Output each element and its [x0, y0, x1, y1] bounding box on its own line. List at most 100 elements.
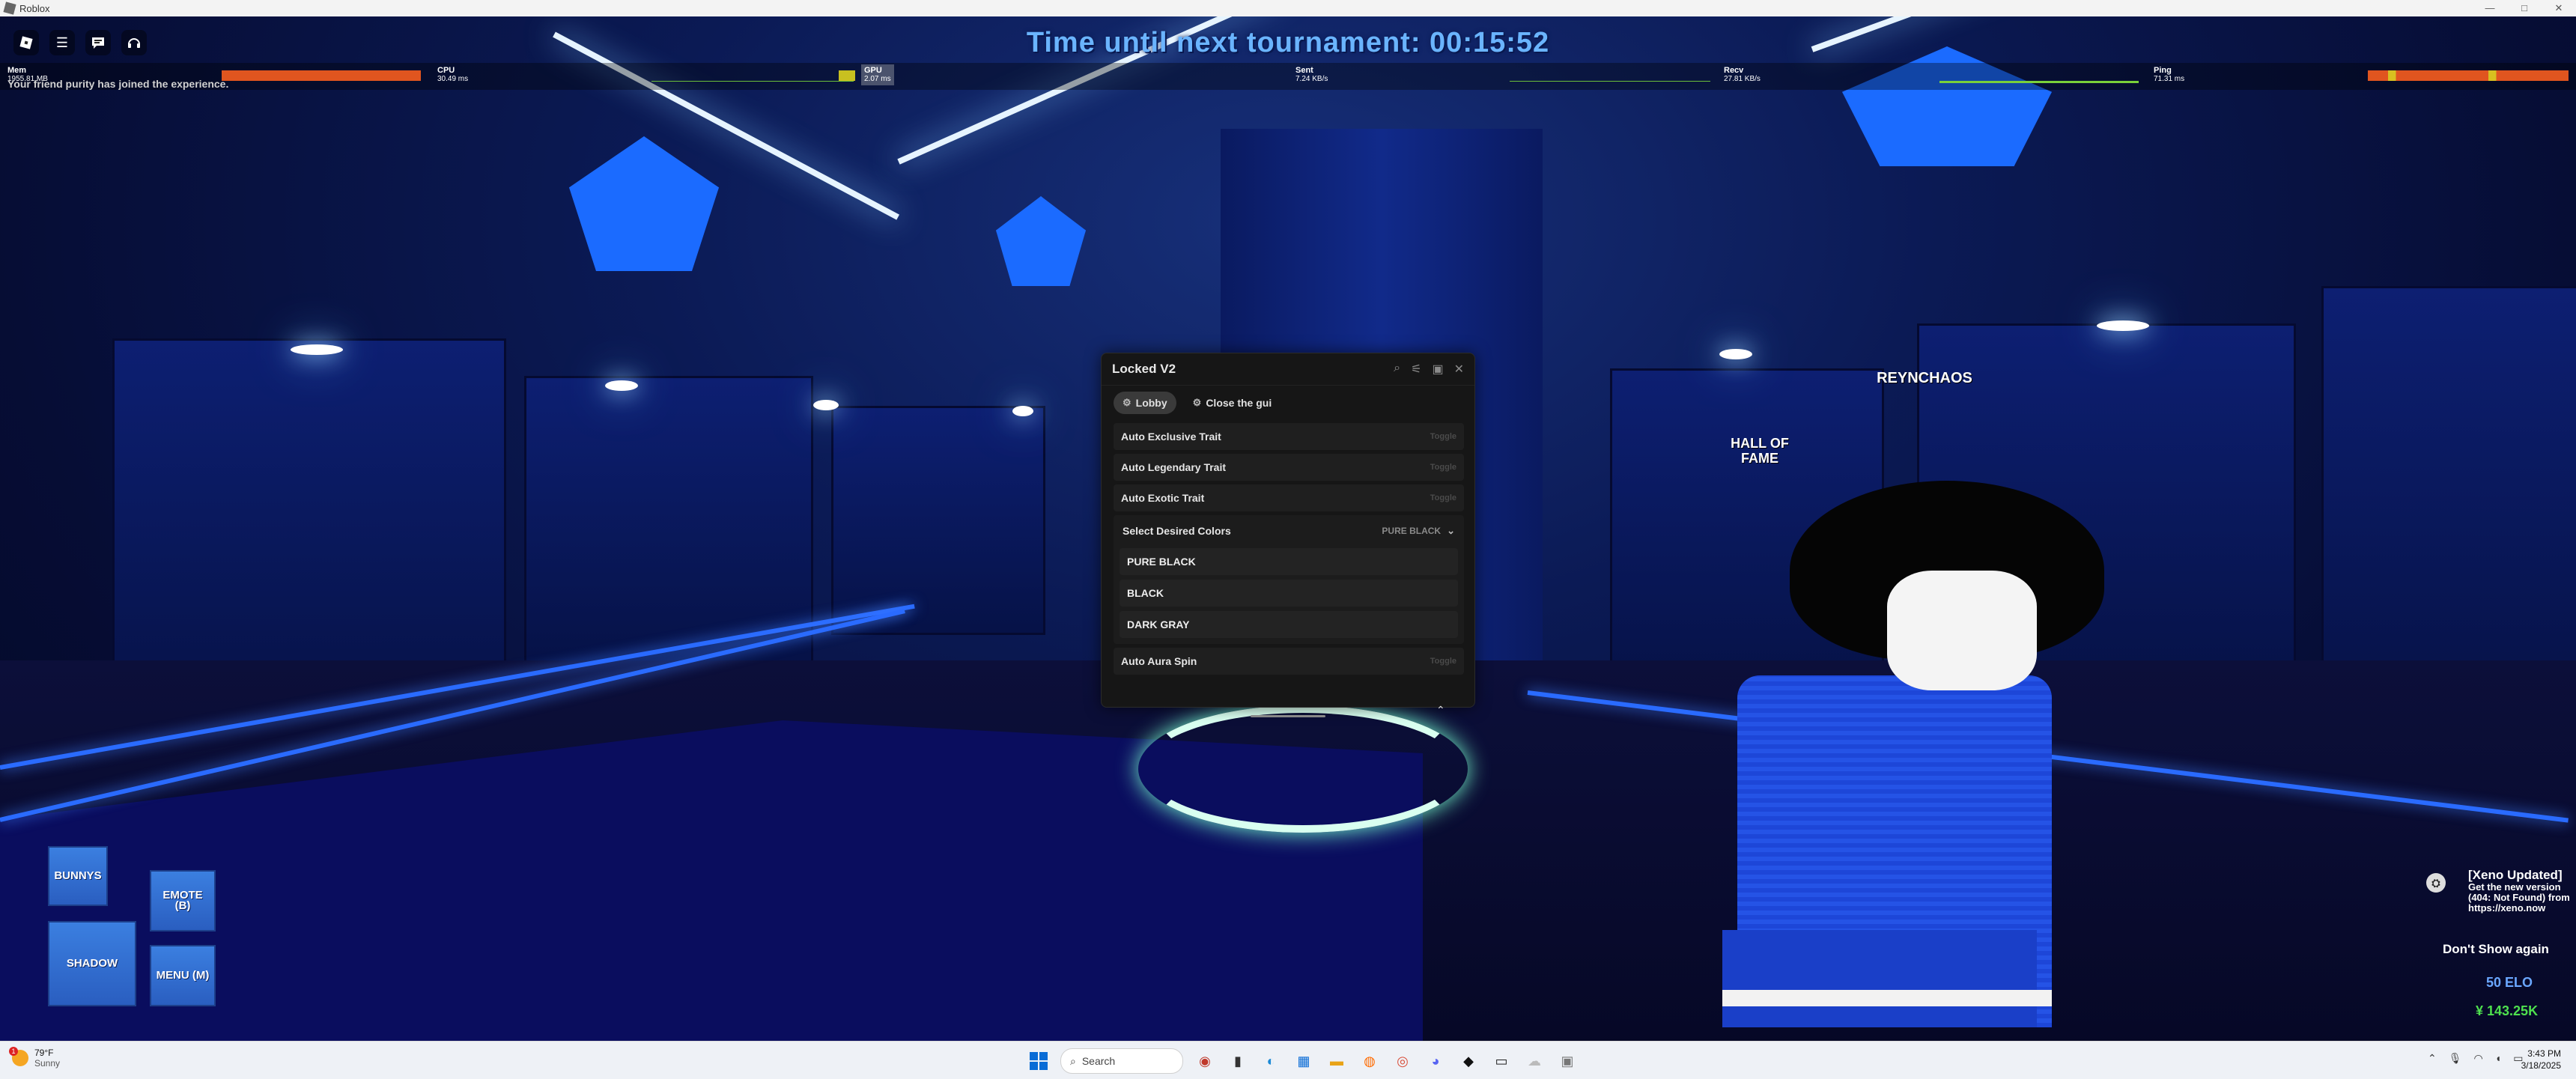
stat-cpu: CPU 30.49 ms	[437, 66, 469, 83]
toggle-auto-aura-spin[interactable]: Auto Aura Spin Toggle	[1114, 648, 1464, 675]
toggle-auto-exclusive-trait[interactable]: Auto Exclusive Trait Toggle	[1114, 423, 1464, 450]
chevron-down-icon: ⌄	[1447, 525, 1455, 536]
menu-button[interactable]: MENU (M)	[150, 945, 216, 1006]
window-titlebar: Roblox — □ ✕	[0, 0, 2576, 16]
volume-icon[interactable]: ◖	[2495, 1052, 2501, 1065]
cloud-icon[interactable]: ☁	[1523, 1050, 1546, 1072]
start-button[interactable]	[1027, 1050, 1050, 1072]
minimize-button[interactable]: —	[2473, 0, 2507, 16]
sun-icon: 1	[9, 1047, 28, 1066]
ceiling-lamp	[813, 400, 839, 410]
spawn-ring	[1138, 705, 1468, 833]
tab-close-the-gui[interactable]: ⚙ Close the gui	[1184, 392, 1281, 414]
taskbar-apps: ⌕ Search ◉ ▮ ◐ ▦ ▬ ◍ ◎ ◕ ◆ ▭ ☁ ▣	[1027, 1048, 1579, 1074]
window-controls: — □ ✕	[2473, 0, 2576, 16]
wall-panel	[524, 376, 813, 665]
search-icon[interactable]: ⌕	[1394, 362, 1400, 377]
ceiling-lamp	[291, 344, 343, 355]
player-character-stripe	[1722, 990, 2052, 1006]
roblox-app-icon	[3, 1, 16, 15]
windows-logo-icon	[1030, 1052, 1048, 1070]
chevron-up-icon[interactable]: ⌃	[2428, 1052, 2437, 1065]
tournament-timer: Time until next tournament: 00:15:52	[1026, 27, 1550, 58]
cpu-graph	[651, 70, 854, 82]
weather-temp: 79°F	[34, 1048, 54, 1058]
maximize-button[interactable]: □	[2507, 0, 2542, 16]
dropdown-header[interactable]: Select Desired Colors PURE BLACK ⌄	[1120, 518, 1458, 544]
gui-body: Auto Exclusive Trait Toggle Auto Legenda…	[1102, 414, 1474, 675]
player-character-arm	[1722, 930, 2037, 1027]
file-explorer-icon[interactable]: ▬	[1325, 1050, 1348, 1072]
ceiling-lamp	[2097, 320, 2149, 331]
locked-v2-window: Locked V2 ⌕ ⚟ ▣ ✕ ⚙ Lobby ⚙ Close the gu…	[1101, 353, 1475, 708]
select-desired-colors-dropdown: Select Desired Colors PURE BLACK ⌄ PURE …	[1114, 515, 1464, 644]
widgets-icon[interactable]: ◉	[1194, 1050, 1216, 1072]
microphone-icon[interactable]: 🎙	[2449, 1052, 2462, 1065]
stat-gpu: GPU 2.07 ms	[861, 64, 894, 85]
gui-tabs: ⚙ Lobby ⚙ Close the gui	[1102, 386, 1474, 414]
tab-lobby[interactable]: ⚙ Lobby	[1114, 392, 1176, 414]
toggle-auto-legendary-trait[interactable]: Auto Legendary Trait Toggle	[1114, 454, 1464, 481]
gui-title: Locked V2	[1112, 362, 1176, 376]
toggle-auto-exotic-trait[interactable]: Auto Exotic Trait Toggle	[1114, 484, 1464, 511]
money-display: ¥ 143.25K	[2476, 1003, 2539, 1018]
recv-graph	[1939, 70, 2139, 83]
dropdown-option[interactable]: BLACK	[1120, 580, 1458, 607]
settings-sliders-icon[interactable]: ⚟	[1411, 362, 1421, 377]
taskbar-clock[interactable]: 3:43 PM 3/18/2025	[2516, 1048, 2561, 1072]
taskbar-search[interactable]: ⌕ Search	[1060, 1048, 1183, 1074]
minimize-square-icon[interactable]: ▣	[1432, 362, 1443, 377]
dont-show-again-button[interactable]: Don't Show again	[2443, 942, 2549, 957]
terminal-icon[interactable]: ▭	[1490, 1050, 1513, 1072]
search-icon: ⌕	[1070, 1054, 1076, 1067]
notification-badge: 1	[9, 1047, 18, 1056]
firefox-icon[interactable]: ◍	[1358, 1050, 1381, 1072]
gear-icon: ⚙	[1192, 397, 1202, 408]
window-title: Roblox	[19, 2, 50, 14]
store-icon[interactable]: ▦	[1292, 1050, 1315, 1072]
emote-button[interactable]: EMOTE (B)	[150, 870, 216, 931]
notification-body: Get the new version (404: Not Found) fro…	[2468, 881, 2570, 914]
player-character-face	[1887, 571, 2037, 690]
performance-stats-bar: Mem 1955.81 MB CPU 30.49 ms GPU 2.07 ms …	[0, 63, 2576, 90]
stat-ping: Ping 71.31 ms	[2154, 66, 2185, 83]
gui-header-icons: ⌕ ⚟ ▣ ✕	[1394, 362, 1464, 377]
weather-widget[interactable]: 1 79°F Sunny	[9, 1047, 61, 1069]
close-window-button[interactable]: ✕	[2542, 0, 2576, 16]
elo-display: 50 ELO	[2486, 975, 2533, 990]
weather-desc: Sunny	[34, 1058, 61, 1069]
player-nametag: REYNCHAOS	[1877, 370, 1972, 386]
hall-of-fame-sign: HALL OF FAME	[1731, 436, 1789, 466]
dropdown-option[interactable]: PURE BLACK	[1120, 548, 1458, 575]
app-icon[interactable]: ◎	[1391, 1050, 1414, 1072]
stat-sent: Sent 7.24 KB/s	[1295, 66, 1328, 83]
system-tray: ⌃ 🎙 ◠ ◖ ▭	[2428, 1052, 2523, 1065]
ceiling-lamp	[1719, 349, 1752, 359]
ceiling-lamp	[605, 380, 638, 391]
discord-icon[interactable]: ◕	[1424, 1050, 1447, 1072]
ping-graph	[2368, 70, 2569, 81]
task-view-icon[interactable]: ▮	[1227, 1050, 1249, 1072]
bunnys-button[interactable]: BUNNYS	[48, 846, 108, 906]
pentagon-light-decor	[996, 196, 1086, 286]
gear-icon: ⚙	[1123, 397, 1131, 408]
misc-app-icon[interactable]: ▣	[1556, 1050, 1579, 1072]
wall-panel	[831, 406, 1045, 635]
stat-recv: Recv 27.81 KB/s	[1724, 66, 1761, 83]
ceiling-lamp	[1012, 406, 1033, 416]
roblox-taskbar-icon[interactable]: ◆	[1457, 1050, 1480, 1072]
xeno-notification: ⛭ [Xeno Updated] Get the new version (40…	[2426, 869, 2576, 914]
dropdown-option[interactable]: DARK GRAY	[1120, 611, 1458, 638]
close-icon[interactable]: ✕	[1454, 362, 1464, 377]
wifi-icon[interactable]: ◠	[2474, 1052, 2483, 1065]
system-chat-message: Your friend purity has joined the experi…	[7, 78, 229, 90]
dropdown-selected-value: PURE BLACK	[1382, 526, 1442, 536]
mem-graph	[222, 70, 421, 81]
sent-graph	[1510, 70, 1710, 82]
gui-resize-handle[interactable]	[1251, 715, 1325, 717]
pentagon-light-decor	[569, 136, 719, 271]
shadow-button[interactable]: SHADOW	[48, 921, 136, 1006]
windows-taskbar: 1 79°F Sunny ⌕ Search ◉ ▮ ◐ ▦ ▬ ◍ ◎ ◕ ◆ …	[0, 1041, 2576, 1079]
chevron-up-icon[interactable]: ⌃	[1436, 704, 1445, 717]
edge-browser-icon[interactable]: ◐	[1260, 1050, 1282, 1072]
